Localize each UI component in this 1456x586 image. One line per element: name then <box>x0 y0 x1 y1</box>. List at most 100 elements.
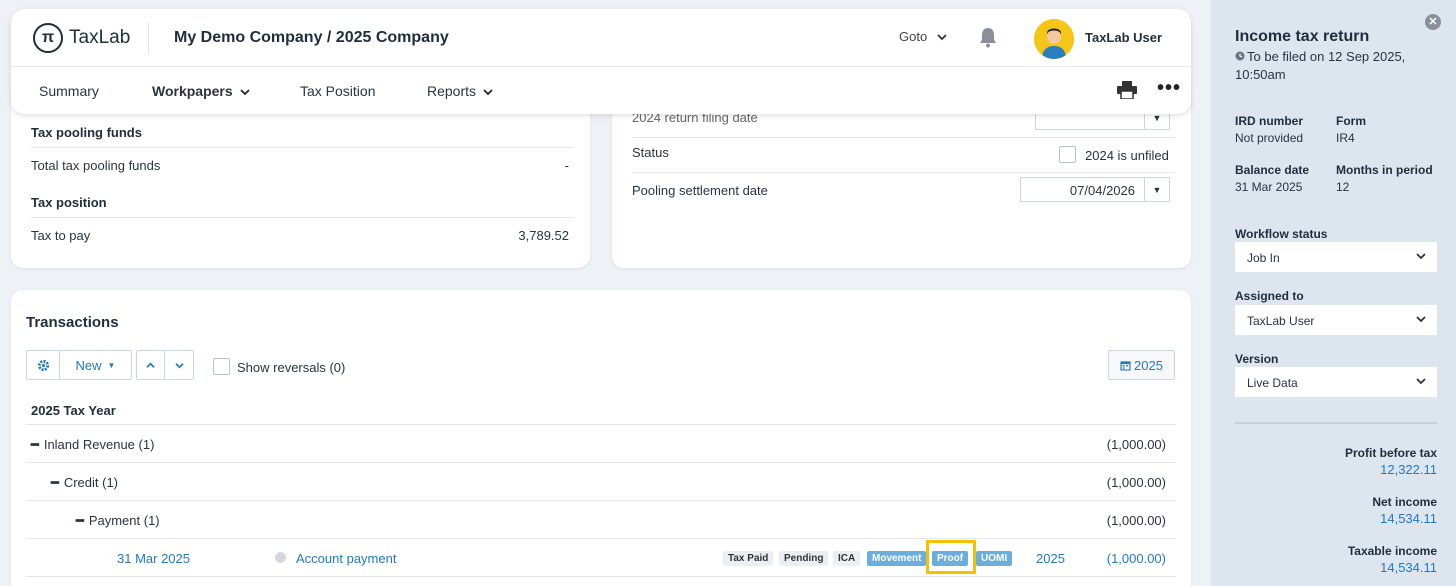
balance-label: Balance date <box>1235 163 1310 177</box>
version-label: Version <box>1235 352 1279 366</box>
user-avatar-icon <box>1034 19 1074 59</box>
more-options-icon[interactable]: ••• <box>1157 77 1181 100</box>
taxable-income-label: Taxable income <box>1347 544 1437 558</box>
nav-summary[interactable]: Summary <box>39 83 99 99</box>
transactions-card: Transactions New ▼ Show reversals (0) 20… <box>11 290 1191 586</box>
group-inland-revenue[interactable]: ━ Inland Revenue (1) <box>31 437 154 453</box>
tax-to-pay-label: Tax to pay <box>31 228 91 243</box>
chevron-up-icon <box>146 362 155 368</box>
nav-reports[interactable]: Reports <box>427 83 493 99</box>
company-title: My Demo Company / 2025 Company <box>174 28 449 46</box>
status-dot-icon <box>275 552 286 563</box>
group-credit[interactable]: ━ Credit (1) <box>51 475 118 491</box>
divider <box>31 217 574 218</box>
settlement-label: Pooling settlement date <box>632 183 768 198</box>
tag-uomi[interactable]: UOMI <box>976 551 1013 566</box>
ird-label: IRD number <box>1235 114 1304 128</box>
tag-movement[interactable]: Movement <box>867 551 927 566</box>
printer-icon[interactable] <box>1117 81 1137 99</box>
tag-pending[interactable]: Pending <box>779 551 829 566</box>
goto-label: Goto <box>899 29 928 44</box>
move-down-button[interactable] <box>164 350 194 380</box>
nav-workpapers[interactable]: Workpapers <box>152 83 250 99</box>
collapse-icon[interactable]: ━ <box>51 475 59 490</box>
unfiled-checkbox[interactable] <box>1059 146 1076 163</box>
tag-tax-paid[interactable]: Tax Paid <box>723 551 774 566</box>
profit-value[interactable]: 12,322.11 <box>1380 462 1437 477</box>
nav-tax-position[interactable]: Tax Position <box>300 83 375 99</box>
chevron-down-icon <box>174 362 184 368</box>
group-label: Credit (1) <box>63 475 119 490</box>
divider <box>1235 422 1437 424</box>
chevron-down-icon <box>937 34 947 41</box>
unfiled-checkbox-label: 2024 is unfiled <box>1085 148 1169 163</box>
version-select[interactable]: Live Data <box>1235 367 1437 397</box>
transaction-date-link[interactable]: 31 Mar 2025 <box>117 551 190 566</box>
form-value: IR4 <box>1336 131 1355 145</box>
new-button[interactable]: New ▼ <box>59 350 132 380</box>
chevron-down-icon[interactable]: ▼ <box>1144 178 1169 201</box>
taxable-income-value[interactable]: 14,534.11 <box>1380 560 1437 575</box>
divider <box>632 137 1175 138</box>
clock-icon <box>1235 51 1245 61</box>
gear-icon <box>37 359 49 371</box>
goto-dropdown[interactable]: Goto <box>899 29 947 44</box>
divider <box>26 500 1176 501</box>
chevron-down-icon <box>1416 316 1426 323</box>
tag-ica[interactable]: ICA <box>833 551 861 566</box>
move-up-button[interactable] <box>136 350 165 380</box>
tax-to-pay-value: 3,789.52 <box>518 228 569 243</box>
status-label: Status <box>632 145 669 160</box>
nav-reports-label: Reports <box>427 83 477 99</box>
tax-year-heading: 2025 Tax Year <box>31 403 116 418</box>
net-income-value[interactable]: 14,534.11 <box>1380 511 1437 526</box>
show-reversals-checkbox[interactable] <box>213 358 230 375</box>
profit-label: Profit before tax <box>1344 446 1437 460</box>
divider <box>26 462 1176 463</box>
sidebar-title: Income tax return <box>1235 28 1370 45</box>
settlement-date-input[interactable]: 07/04/2026 ▼ <box>1020 177 1170 202</box>
pooling-value: - <box>564 158 569 173</box>
close-icon[interactable]: ✕ <box>1425 14 1441 30</box>
taxlab-logo[interactable]: π TaxLab <box>11 21 149 54</box>
months-label: Months in period <box>1336 163 1433 177</box>
group-amount: (1,000.00) <box>1106 513 1166 528</box>
filing-text: To be filed on 12 Sep 2025, 10:50am <box>1235 49 1406 82</box>
transaction-amount[interactable]: (1,000.00) <box>1107 551 1166 566</box>
chevron-down-icon <box>1416 253 1426 260</box>
bell-icon[interactable] <box>978 26 998 48</box>
settlement-date-value: 07/04/2026 <box>1069 183 1135 198</box>
proof-highlight-box <box>926 540 976 574</box>
filing-info: To be filed on 12 Sep 2025, 10:50am <box>1235 48 1435 84</box>
return-sidebar: ✕ Income tax return To be filed on 12 Se… <box>1211 0 1456 586</box>
net-income-label: Net income <box>1372 495 1437 509</box>
transaction-year-link[interactable]: 2025 <box>1036 551 1065 566</box>
user-name[interactable]: TaxLab User <box>1085 30 1162 45</box>
workflow-value: Job In <box>1247 251 1280 265</box>
show-reversals-label: Show reversals (0) <box>237 360 346 375</box>
assigned-select[interactable]: TaxLab User <box>1235 305 1437 335</box>
nav-tax-position-label: Tax Position <box>300 83 376 99</box>
pooling-label: Total tax pooling funds <box>31 158 161 173</box>
new-button-label: New <box>75 357 102 373</box>
avatar[interactable] <box>1034 19 1074 59</box>
workflow-select[interactable]: Job In <box>1235 242 1437 272</box>
divider <box>26 424 1176 425</box>
divider <box>632 172 1175 173</box>
settings-button[interactable] <box>26 350 60 380</box>
group-label: Payment (1) <box>88 513 160 528</box>
calendar-icon <box>1120 360 1131 371</box>
year-button[interactable]: 2025 <box>1108 350 1175 380</box>
group-payment[interactable]: ━ Payment (1) <box>76 513 160 529</box>
collapse-icon[interactable]: ━ <box>31 437 39 452</box>
ird-value: Not provided <box>1235 131 1304 145</box>
group-amount: (1,000.00) <box>1106 437 1166 452</box>
year-button-label: 2025 <box>1134 357 1163 373</box>
months-value: 12 <box>1336 180 1350 194</box>
assigned-value: TaxLab User <box>1247 314 1315 328</box>
collapse-icon[interactable]: ━ <box>76 513 84 528</box>
transaction-description-link[interactable]: Account payment <box>296 551 396 566</box>
divider <box>31 147 574 148</box>
divider <box>26 538 1176 539</box>
logo-text: TaxLab <box>69 26 131 48</box>
